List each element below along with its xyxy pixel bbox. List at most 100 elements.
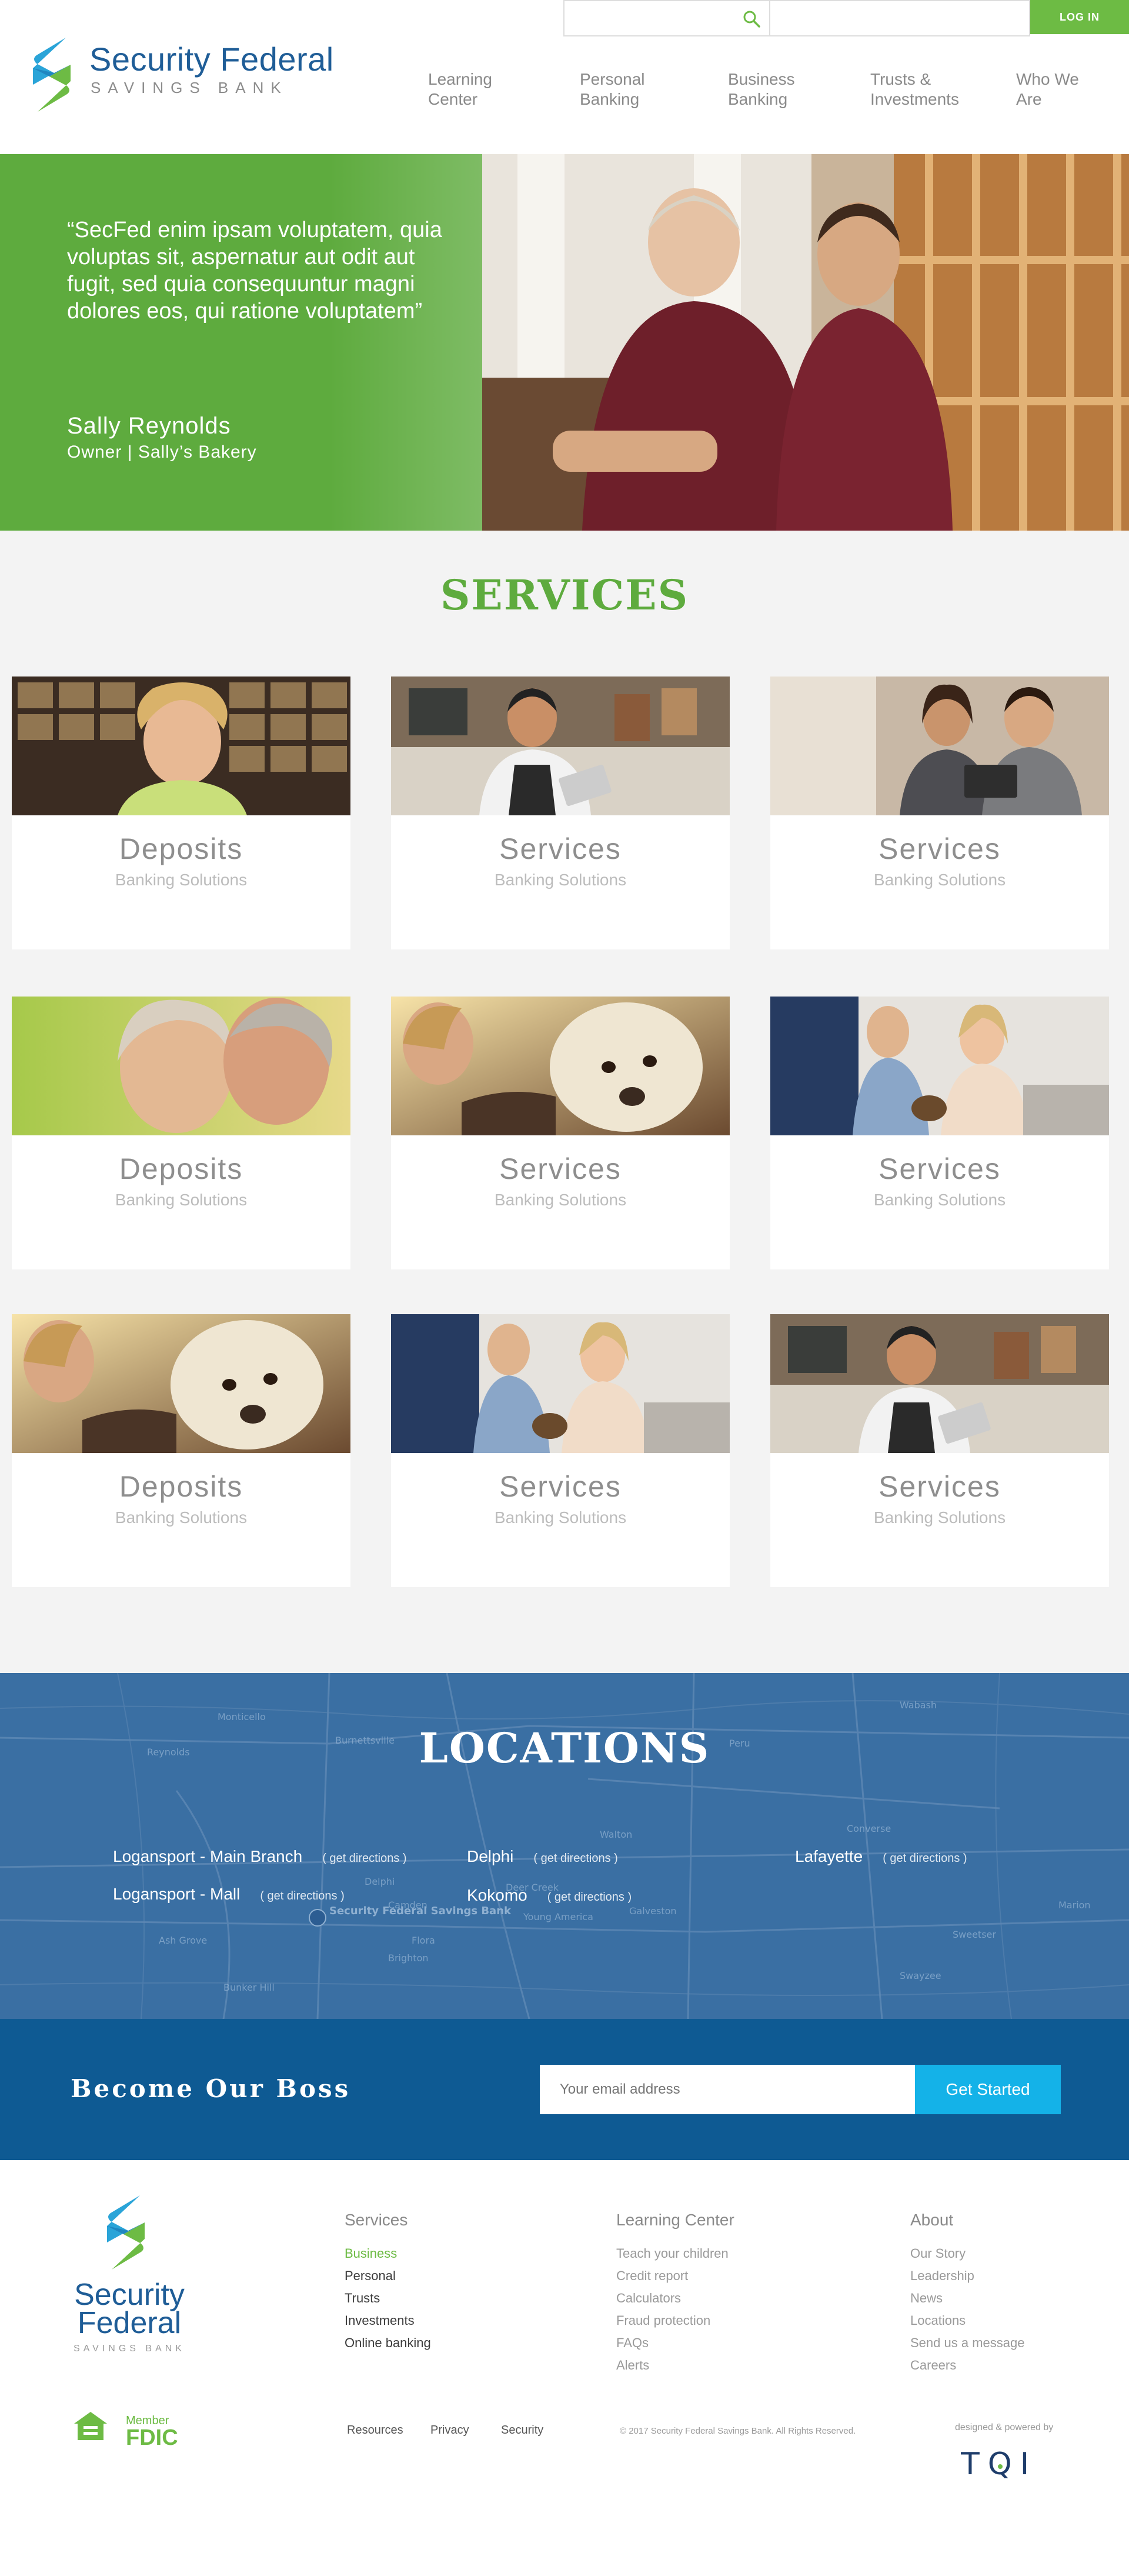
card-subtitle: Banking Solutions [494, 1508, 627, 1527]
location-item: Lafayette ( get directions ) [795, 1847, 967, 1866]
search-box [563, 0, 770, 36]
footer-link-locations[interactable]: Locations [910, 2310, 1024, 2332]
card-title: Services [499, 832, 622, 865]
logo-s-mark-icon [33, 38, 71, 112]
footer-link-news[interactable]: News [910, 2287, 1024, 2310]
equal-housing-lender-icon [74, 2412, 107, 2440]
search-input[interactable] [564, 1, 741, 35]
location-item: Delphi ( get directions ) [467, 1847, 618, 1866]
nav-label-line1: Personal [580, 70, 645, 88]
site-footer: Security Federal SAVINGS BANK Services B… [0, 2160, 1129, 2576]
card-title: Services [499, 1470, 622, 1503]
footer-link-alerts[interactable]: Alerts [616, 2354, 734, 2377]
map-town-label: Bunker Hill [223, 1982, 275, 1993]
nav-business-banking[interactable]: Business Banking [728, 69, 834, 109]
nav-label-line2: Are [1016, 90, 1042, 108]
footer-link-credit-report[interactable]: Credit report [616, 2265, 734, 2287]
service-card[interactable]: Services Banking Solutions [391, 997, 730, 1269]
service-card[interactable]: Services Banking Solutions [770, 997, 1109, 1269]
nav-learning-center[interactable]: Learning Center [428, 69, 534, 109]
footer-logo[interactable]: Security Federal SAVINGS BANK [59, 2193, 200, 2370]
signup-title: Become Our Boss [71, 2074, 351, 2103]
agency-logo[interactable]: TQI [961, 2447, 1037, 2482]
service-card[interactable]: Deposits Banking Solutions [12, 677, 350, 949]
get-directions-link[interactable]: ( get directions ) [533, 1852, 617, 1865]
card-title: Services [879, 832, 1001, 865]
service-card[interactable]: Services Banking Solutions [391, 1314, 730, 1587]
hero-photo [482, 154, 1129, 531]
get-directions-link[interactable]: ( get directions ) [260, 1889, 344, 1902]
footer-link-faqs[interactable]: FAQs [616, 2332, 734, 2354]
hero-testimonial: “SecFed enim ipsam voluptatem, quia volu… [0, 154, 1129, 531]
footer-link-teach-children[interactable]: Teach your children [616, 2242, 734, 2265]
brand-tagline: SAVINGS BANK [91, 79, 288, 96]
footer-link-security[interactable]: Security [501, 2424, 543, 2437]
location-name: Logansport - Mall [113, 1885, 241, 1903]
card-title: Services [879, 1152, 1001, 1185]
email-field[interactable] [540, 2065, 915, 2114]
card-photo-dog-in-car [12, 1314, 350, 1453]
footer-link-send-message[interactable]: Send us a message [910, 2332, 1024, 2354]
service-card[interactable]: Services Banking Solutions [391, 677, 730, 949]
map-town-label: Delphi [365, 1876, 395, 1887]
footer-column-learning-center: Learning Center Teach your children Cred… [616, 2211, 734, 2377]
footer-link-trusts[interactable]: Trusts [345, 2287, 431, 2310]
card-subtitle: Banking Solutions [494, 871, 627, 889]
footer-link-online-banking[interactable]: Online banking [345, 2332, 431, 2354]
footer-link-leadership[interactable]: Leadership [910, 2265, 1024, 2287]
card-photo-waiter [391, 677, 730, 815]
get-directions-link[interactable]: ( get directions ) [322, 1852, 406, 1865]
footer-column-heading: Services [345, 2211, 408, 2229]
nav-label-line1: Business [728, 70, 795, 88]
service-card[interactable]: Services Banking Solutions [770, 677, 1109, 949]
nav-personal-banking[interactable]: Personal Banking [580, 69, 686, 109]
map-town-label: Flora [412, 1935, 435, 1946]
footer-link-fraud-protection[interactable]: Fraud protection [616, 2310, 734, 2332]
brand-logo[interactable]: Security Federal SAVINGS BANK [31, 35, 336, 118]
signup-banner: Become Our Boss Get Started [0, 2019, 1129, 2160]
footer-link-personal[interactable]: Personal [345, 2265, 431, 2287]
nav-label-line1: Learning [428, 70, 492, 88]
map-home-label: Security Federal Savings Bank [329, 1905, 512, 1917]
fdic-label: FDIC [126, 2425, 178, 2450]
map-town-label: Ash Grove [159, 1935, 207, 1946]
footer-link-investments[interactable]: Investments [345, 2310, 431, 2332]
login-button[interactable]: LOG IN [1030, 0, 1129, 34]
footer-link-careers[interactable]: Careers [910, 2354, 1024, 2377]
nav-label-line1: Trusts & [870, 70, 931, 88]
location-item: Kokomo ( get directions ) [467, 1886, 632, 1905]
footer-logo-line1: Security [74, 2278, 185, 2312]
nav-label-line2: Banking [728, 90, 788, 108]
card-photo-dog-in-car [391, 997, 730, 1135]
service-card[interactable]: Services Banking Solutions [770, 1314, 1109, 1587]
footer-link-resources[interactable]: Resources [347, 2424, 403, 2437]
card-title: Services [499, 1152, 622, 1185]
map-town-label: Walton [600, 1829, 632, 1840]
location-item: Logansport - Main Branch ( get directions… [113, 1847, 407, 1866]
footer-column-services: Services Business Personal Trusts Invest… [345, 2211, 431, 2354]
hero-person-name: Sally Reynolds [67, 413, 231, 439]
nav-who-we-are[interactable]: Who We Are [1016, 69, 1122, 109]
footer-link-business[interactable]: Business [345, 2242, 431, 2265]
footer-link-calculators[interactable]: Calculators [616, 2287, 734, 2310]
card-title: Deposits [119, 832, 243, 865]
card-subtitle: Banking Solutions [873, 1508, 1006, 1527]
locations-section: Monticello Burnettsville Peru Wabash Rey… [0, 1673, 1129, 2019]
nav-trusts-investments[interactable]: Trusts & Investments [870, 69, 976, 109]
nav-label-line1: Who We [1016, 70, 1079, 88]
service-card[interactable]: Deposits Banking Solutions [12, 1314, 350, 1587]
card-subtitle: Banking Solutions [115, 871, 248, 889]
map-town-label: Galveston [629, 1905, 677, 1917]
get-directions-link[interactable]: ( get directions ) [547, 1891, 632, 1904]
footer-link-privacy[interactable]: Privacy [430, 2424, 469, 2437]
get-directions-link[interactable]: ( get directions ) [883, 1852, 967, 1865]
footer-link-our-story[interactable]: Our Story [910, 2242, 1024, 2265]
login-username-input[interactable] [769, 0, 1030, 36]
card-photo-couple-tablet [770, 677, 1109, 815]
get-started-button[interactable]: Get Started [915, 2065, 1061, 2114]
search-icon[interactable] [742, 9, 761, 28]
footer-column-heading: Learning Center [616, 2211, 734, 2229]
service-card[interactable]: Deposits Banking Solutions [12, 997, 350, 1269]
card-title: Services [879, 1470, 1001, 1503]
hero-panel-overlay [329, 154, 482, 531]
